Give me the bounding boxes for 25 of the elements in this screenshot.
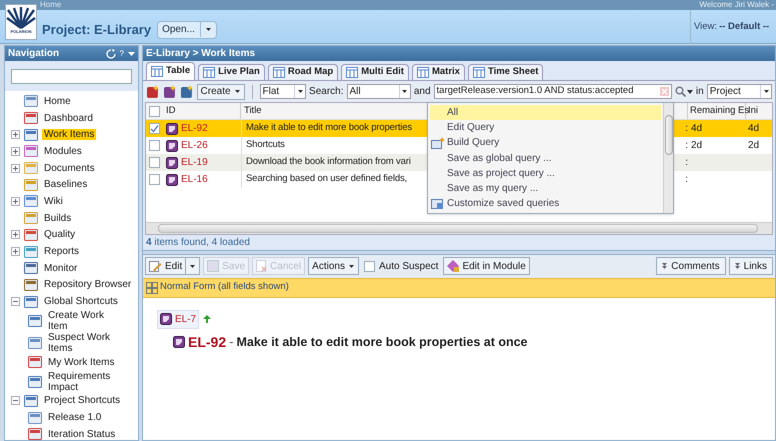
item-title: Make it able to edit more book properties at once — [236, 334, 528, 351]
table-cell-text: : — [685, 173, 688, 187]
welcome-text: Welcome Jiri Walek - — [699, 1, 774, 9]
table-cell-text: 2d — [691, 139, 702, 153]
table-cell-text: Searching based on user defined fields, — [246, 172, 408, 186]
in-label: in — [696, 85, 704, 99]
separator-text: - — [229, 333, 234, 352]
table-cell-text: 4d — [748, 122, 760, 136]
table-cell-text: : — [685, 139, 688, 153]
and-label: and — [414, 85, 431, 99]
table-cell-text: Make it able to edit more book properties — [246, 121, 412, 136]
status-text: 4 items found, 4 loaded — [146, 236, 250, 250]
project-title: Project: E-Library — [42, 21, 152, 39]
checkbox-label: Auto Suspect — [378, 260, 438, 274]
table-cell-text: 2d — [748, 139, 760, 153]
table-cell-text: Shortcuts — [246, 138, 285, 152]
table-cell-text: Download the book information from vari — [246, 155, 411, 170]
panel-title: Navigation — [8, 47, 60, 61]
search-label: Search: — [309, 85, 344, 99]
table-cell-text: 4d — [691, 122, 702, 136]
table-cell-text: : — [685, 156, 688, 170]
table-cell-text: : — [685, 122, 688, 136]
panel-title: E-Library > Work Items — [146, 47, 256, 61]
view-label: View: — [694, 20, 718, 34]
item-id: EL-92 — [188, 332, 226, 352]
